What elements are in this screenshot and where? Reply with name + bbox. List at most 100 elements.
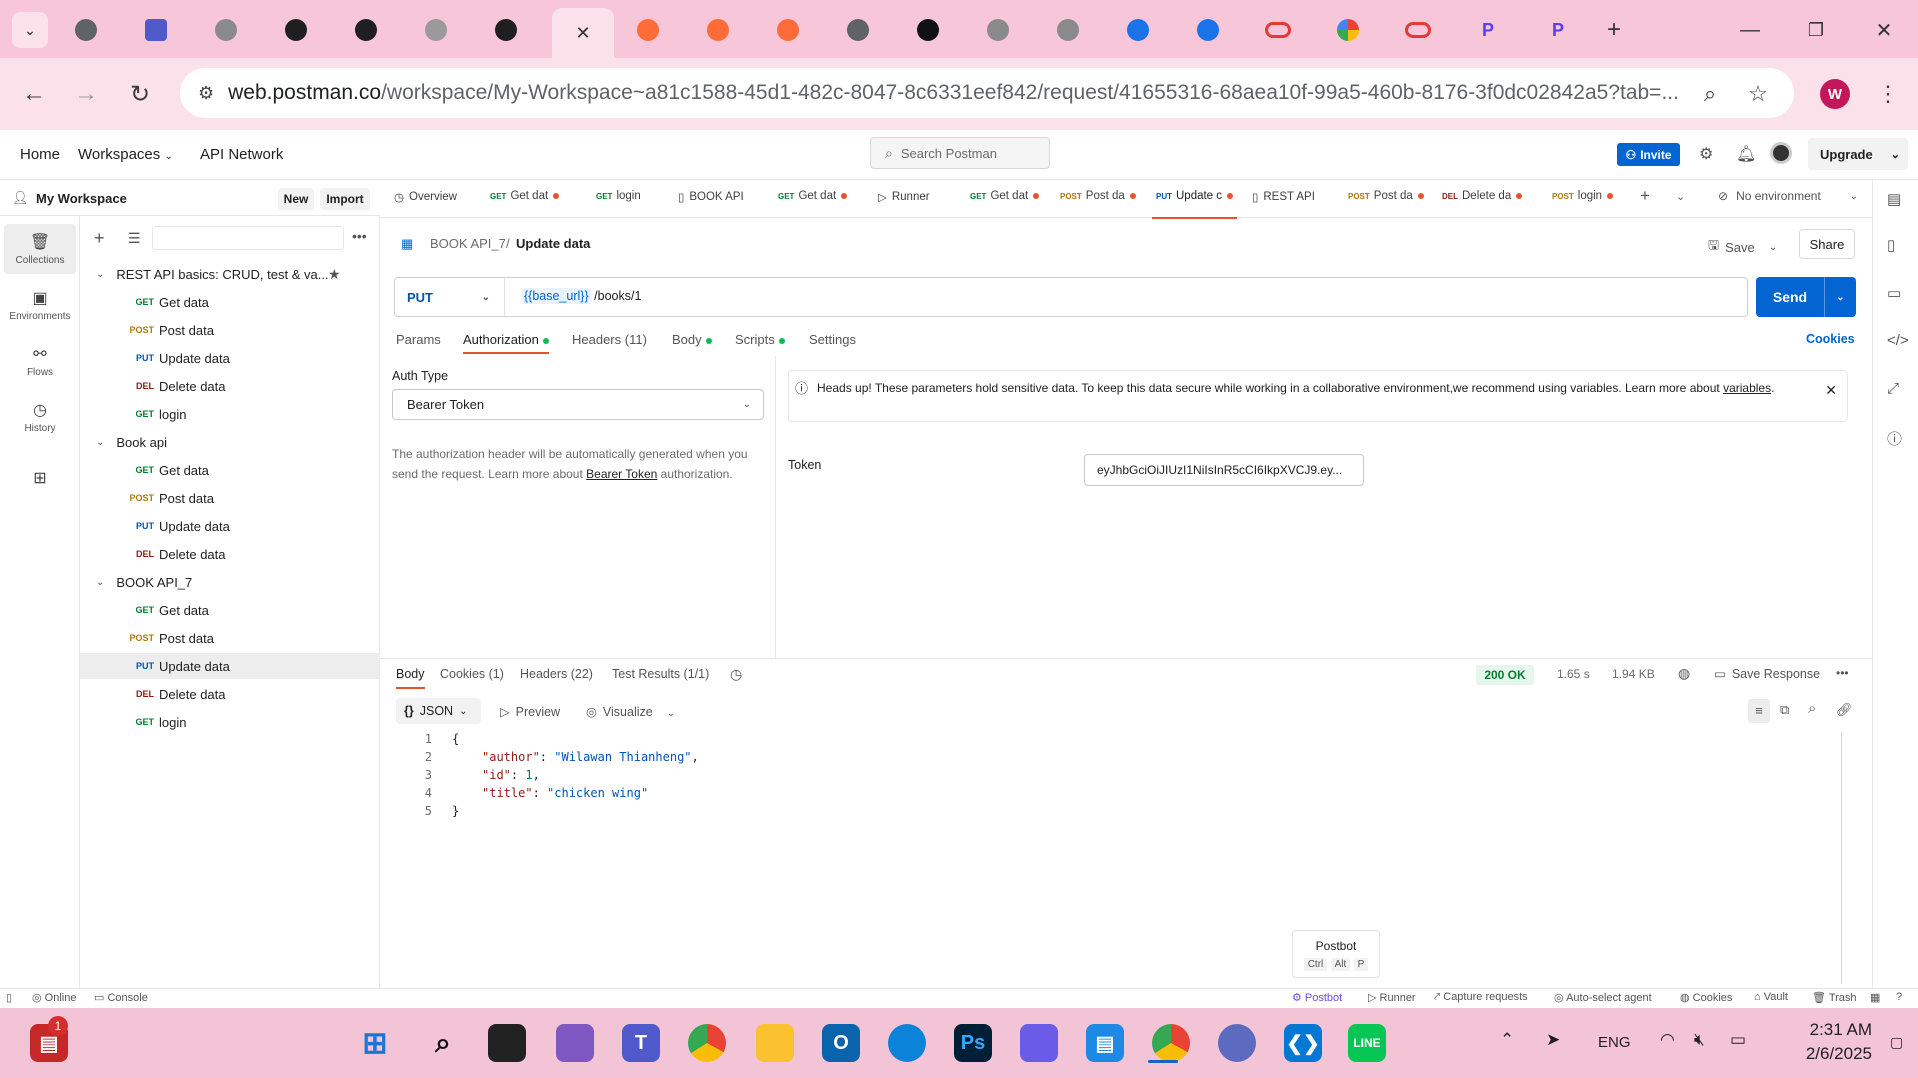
postman-tab[interactable]: [628, 12, 668, 48]
teams-icon[interactable]: T: [622, 1024, 660, 1062]
task-view-icon[interactable]: [488, 1024, 526, 1062]
request-tab[interactable]: POST Post da: [1348, 190, 1424, 202]
wifi-icon[interactable]: ◠: [1660, 1030, 1675, 1050]
notepad-icon[interactable]: ▤: [1086, 1024, 1124, 1062]
rail-configure[interactable]: ⊞: [4, 460, 76, 510]
new-button[interactable]: New: [278, 188, 314, 210]
line-app-icon[interactable]: LINE: [1348, 1024, 1386, 1062]
request-row[interactable]: POST Post data: [118, 317, 213, 343]
close-icon[interactable]: ✕: [1825, 381, 1837, 399]
request-row[interactable]: PUT Update data: [118, 345, 230, 371]
nav-api-network[interactable]: API Network: [200, 146, 283, 163]
request-tab[interactable]: POST login: [1552, 190, 1614, 202]
chevron-down-icon[interactable]: ⌄: [1824, 277, 1856, 317]
rail-flows[interactable]: ⚯ Flows: [4, 336, 76, 386]
browser-tab[interactable]: [1398, 12, 1438, 48]
user-avatar[interactable]: [1770, 142, 1792, 164]
auth-type-select[interactable]: Bearer Token ⌄: [392, 389, 764, 420]
variables-link[interactable]: variables: [1723, 381, 1771, 395]
location-icon[interactable]: ➤: [1546, 1030, 1560, 1050]
browser-tab[interactable]: P: [1538, 12, 1578, 48]
online-status[interactable]: ◎ Online: [32, 991, 76, 1004]
request-row[interactable]: DEL Delete data: [118, 373, 226, 399]
share-button[interactable]: Share: [1799, 229, 1855, 259]
chrome-profile-icon[interactable]: [1152, 1024, 1190, 1062]
tab-authorization[interactable]: Authorization: [463, 332, 549, 354]
breadcrumb-collection[interactable]: BOOK API_7: [430, 236, 506, 251]
request-row[interactable]: PUT Update data: [118, 513, 230, 539]
browser-menu-icon[interactable]: ⋮: [1870, 76, 1906, 112]
more-options-icon[interactable]: •••: [1836, 666, 1849, 680]
method-select[interactable]: PUT ⌄: [395, 278, 505, 316]
agent-select-button[interactable]: ◎ Auto-select agent: [1554, 991, 1652, 1004]
sidebar-search-input[interactable]: [152, 226, 344, 250]
app-icon[interactable]: [1218, 1024, 1256, 1062]
response-tab-test-results[interactable]: Test Results (1/1): [612, 667, 709, 681]
search-icon[interactable]: ⌕: [424, 1024, 462, 1062]
tab-params[interactable]: Params: [396, 332, 441, 347]
copy-icon[interactable]: ⧉: [1780, 702, 1789, 718]
browser-tab[interactable]: [1048, 12, 1088, 48]
show-hidden-icons-chevron-icon[interactable]: ⌃: [1500, 1030, 1514, 1050]
postbot-button[interactable]: ⚙ Postbot: [1292, 991, 1342, 1004]
tabs-overflow-chevron-icon[interactable]: ⌄: [1676, 190, 1685, 203]
history-icon[interactable]: ◷: [730, 666, 742, 683]
tab-settings[interactable]: Settings: [809, 332, 856, 347]
bearer-token-link[interactable]: Bearer Token: [586, 467, 657, 481]
response-tab-body[interactable]: Body: [396, 667, 425, 689]
tab-search-button[interactable]: ⌄: [10, 12, 50, 48]
favorite-star-icon[interactable]: ★: [328, 266, 341, 283]
clock-date[interactable]: 2/6/2025: [1772, 1044, 1872, 1064]
search-input[interactable]: ⌕ Search Postman: [870, 137, 1050, 169]
minimize-icon[interactable]: —: [1730, 12, 1770, 48]
related-icon[interactable]: ⤢: [1887, 380, 1899, 397]
request-row[interactable]: GET Get data: [118, 457, 208, 483]
response-size[interactable]: 1.94 KB: [1612, 667, 1655, 681]
save-button[interactable]: 🖫︎ Save ⌄: [1708, 236, 1777, 258]
notification-bell-icon[interactable]: 🔔︎: [1736, 144, 1756, 164]
request-tab[interactable]: GET Get dat: [778, 190, 848, 202]
new-tab-plus-icon[interactable]: +: [1640, 186, 1650, 206]
rail-collections[interactable]: 🗑︎ Collections: [4, 224, 76, 274]
format-select[interactable]: {} JSON ⌄: [396, 698, 481, 724]
language-indicator[interactable]: ENG: [1598, 1034, 1631, 1051]
browser-tab[interactable]: [978, 12, 1018, 48]
browser-tab[interactable]: [416, 12, 456, 48]
close-window-icon[interactable]: ✕: [1864, 12, 1904, 48]
clock-time[interactable]: 2:31 AM: [1772, 1020, 1872, 1040]
chatgpt-tab[interactable]: [908, 12, 948, 48]
photoshop-icon[interactable]: Ps: [954, 1024, 992, 1062]
network-globe-icon[interactable]: ◍: [1678, 665, 1690, 682]
tab-headers[interactable]: Headers (11): [572, 332, 647, 347]
layout-icon[interactable]: ▦: [1870, 991, 1880, 1004]
outlook-icon[interactable]: O: [822, 1024, 860, 1062]
github-tab[interactable]: [346, 12, 386, 48]
request-tab[interactable]: GET login: [596, 190, 641, 202]
reload-icon[interactable]: ↻: [122, 76, 158, 112]
chrome-icon[interactable]: [688, 1024, 726, 1062]
battery-icon[interactable]: ▭: [1730, 1030, 1746, 1050]
close-tab-icon[interactable]: ✕: [575, 23, 590, 44]
sidebar-toggle-icon[interactable]: ▯: [6, 991, 12, 1004]
collection-row[interactable]: ⌄ Book api: [96, 429, 167, 455]
browser-tab[interactable]: [136, 12, 176, 48]
rail-environments[interactable]: ▣ Environments: [4, 280, 76, 330]
preview-button[interactable]: ▷ Preview: [500, 704, 560, 719]
capture-requests-button[interactable]: ⤤ Capture requests: [1434, 991, 1528, 1004]
tab-scripts[interactable]: Scripts: [735, 332, 785, 347]
rail-history[interactable]: ◷ History: [4, 392, 76, 442]
bookmark-star-icon[interactable]: ☆: [1740, 76, 1776, 112]
tab-body[interactable]: Body: [672, 332, 712, 347]
google-tab[interactable]: [1328, 12, 1368, 48]
filter-icon[interactable]: ☰: [128, 230, 141, 247]
runner-button[interactable]: ▷ Runner: [1368, 991, 1416, 1004]
copilot-icon[interactable]: [556, 1024, 594, 1062]
cookies-button[interactable]: ◍ Cookies: [1680, 991, 1732, 1004]
nav-workspaces[interactable]: Workspaces ⌄: [78, 146, 173, 163]
settings-gear-icon[interactable]: ⚙: [1699, 144, 1713, 164]
windows-start-icon[interactable]: ⊞: [356, 1024, 394, 1062]
chevron-down-icon[interactable]: ⌄: [96, 577, 104, 588]
response-time[interactable]: 1.65 s: [1557, 667, 1590, 681]
request-tab[interactable]: PUT Update c: [1151, 190, 1238, 219]
address-bar[interactable]: ⚙ web.postman.co/workspace/My-Workspace~…: [180, 68, 1794, 118]
